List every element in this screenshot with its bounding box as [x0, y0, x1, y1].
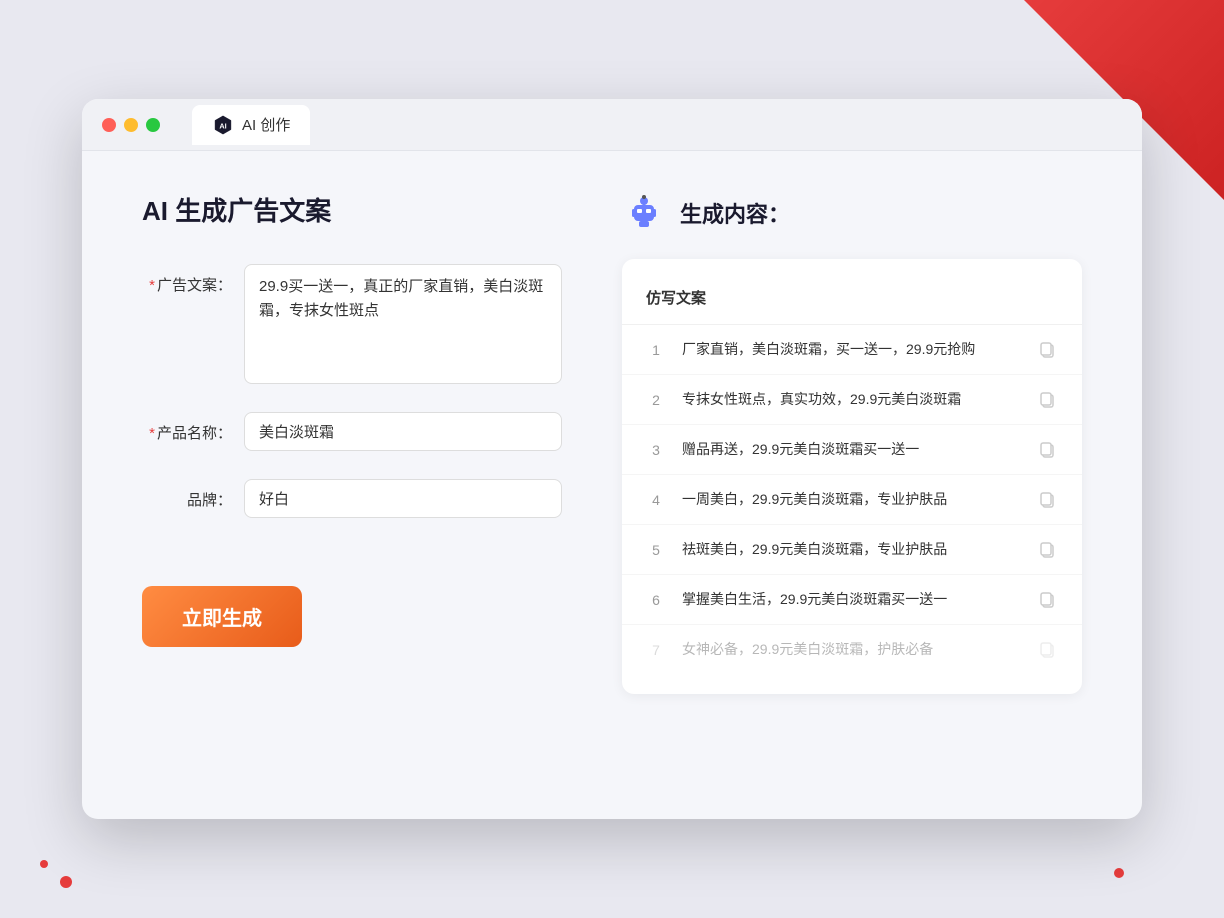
- copy-icon[interactable]: [1038, 490, 1058, 510]
- dot-decoration-2: [40, 860, 48, 868]
- result-list: 1 厂家直销，美白淡斑霜，买一送一，29.9元抢购 2 专抹女性斑点，真实功效，…: [622, 325, 1082, 674]
- ai-tab-icon: AI: [212, 114, 234, 136]
- required-mark-2: *: [149, 425, 155, 442]
- result-text: 厂家直销，美白淡斑霜，买一送一，29.9元抢购: [682, 339, 1022, 360]
- product-name-input[interactable]: [244, 412, 562, 451]
- table-row: 2 专抹女性斑点，真实功效，29.9元美白淡斑霜: [622, 375, 1082, 425]
- page-title: AI 生成广告文案: [142, 191, 562, 228]
- brand-group: 品牌：: [142, 479, 562, 518]
- brand-input[interactable]: [244, 479, 562, 518]
- main-content: AI 生成广告文案 *广告文案： *产品名称： 品牌： 立: [82, 151, 1142, 819]
- result-num: 1: [646, 342, 666, 358]
- result-title: 生成内容：: [680, 197, 790, 229]
- robot-icon: [622, 191, 666, 235]
- product-name-group: *产品名称：: [142, 412, 562, 451]
- result-text: 专抹女性斑点，真实功效，29.9元美白淡斑霜: [682, 389, 1022, 410]
- result-num: 3: [646, 442, 666, 458]
- table-row: 3 赠品再送，29.9元美白淡斑霜买一送一: [622, 425, 1082, 475]
- result-box: 仿写文案 1 厂家直销，美白淡斑霜，买一送一，29.9元抢购 2 专抹女性斑点，…: [622, 259, 1082, 694]
- result-num: 7: [646, 642, 666, 658]
- browser-window: AI AI 创作 AI 生成广告文案 *广告文案： *产品名称：: [82, 99, 1142, 819]
- result-text: 祛斑美白，29.9元美白淡斑霜，专业护肤品: [682, 539, 1022, 560]
- brand-label: 品牌：: [142, 479, 232, 510]
- result-text: 女神必备，29.9元美白淡斑霜，护肤必备: [682, 639, 1022, 660]
- copy-icon[interactable]: [1038, 340, 1058, 360]
- copy-icon[interactable]: [1038, 590, 1058, 610]
- ad-copy-group: *广告文案：: [142, 264, 562, 384]
- result-num: 2: [646, 392, 666, 408]
- ad-copy-label: *广告文案：: [142, 264, 232, 295]
- product-name-label: *产品名称：: [142, 412, 232, 443]
- table-row: 6 掌握美白生活，29.9元美白淡斑霜买一送一: [622, 575, 1082, 625]
- close-button[interactable]: [102, 118, 116, 132]
- copy-icon[interactable]: [1038, 440, 1058, 460]
- minimize-button[interactable]: [124, 118, 138, 132]
- svg-text:AI: AI: [219, 121, 226, 130]
- table-row: 7 女神必备，29.9元美白淡斑霜，护肤必备: [622, 625, 1082, 674]
- left-panel: AI 生成广告文案 *广告文案： *产品名称： 品牌： 立: [142, 191, 562, 779]
- result-num: 6: [646, 592, 666, 608]
- result-num: 5: [646, 542, 666, 558]
- copy-icon[interactable]: [1038, 540, 1058, 560]
- table-row: 5 祛斑美白，29.9元美白淡斑霜，专业护肤品: [622, 525, 1082, 575]
- result-table-header: 仿写文案: [622, 279, 1082, 325]
- result-text: 掌握美白生活，29.9元美白淡斑霜买一送一: [682, 589, 1022, 610]
- ad-copy-input[interactable]: [244, 264, 562, 384]
- copy-icon[interactable]: [1038, 640, 1058, 660]
- maximize-button[interactable]: [146, 118, 160, 132]
- ai-creation-tab[interactable]: AI AI 创作: [192, 105, 310, 145]
- dot-decoration-1: [60, 876, 72, 888]
- table-row: 4 一周美白，29.9元美白淡斑霜，专业护肤品: [622, 475, 1082, 525]
- required-mark-1: *: [149, 277, 155, 294]
- generate-button[interactable]: 立即生成: [142, 586, 302, 647]
- result-text: 赠品再送，29.9元美白淡斑霜买一送一: [682, 439, 1022, 460]
- copy-icon[interactable]: [1038, 390, 1058, 410]
- result-header: 生成内容：: [622, 191, 1082, 235]
- title-bar: AI AI 创作: [82, 99, 1142, 151]
- result-text: 一周美白，29.9元美白淡斑霜，专业护肤品: [682, 489, 1022, 510]
- right-panel: 生成内容： 仿写文案 1 厂家直销，美白淡斑霜，买一送一，29.9元抢购 2 专…: [622, 191, 1082, 779]
- traffic-lights: [102, 118, 160, 132]
- tab-label: AI 创作: [242, 114, 290, 135]
- dot-decoration-3: [1114, 868, 1124, 878]
- table-row: 1 厂家直销，美白淡斑霜，买一送一，29.9元抢购: [622, 325, 1082, 375]
- result-num: 4: [646, 492, 666, 508]
